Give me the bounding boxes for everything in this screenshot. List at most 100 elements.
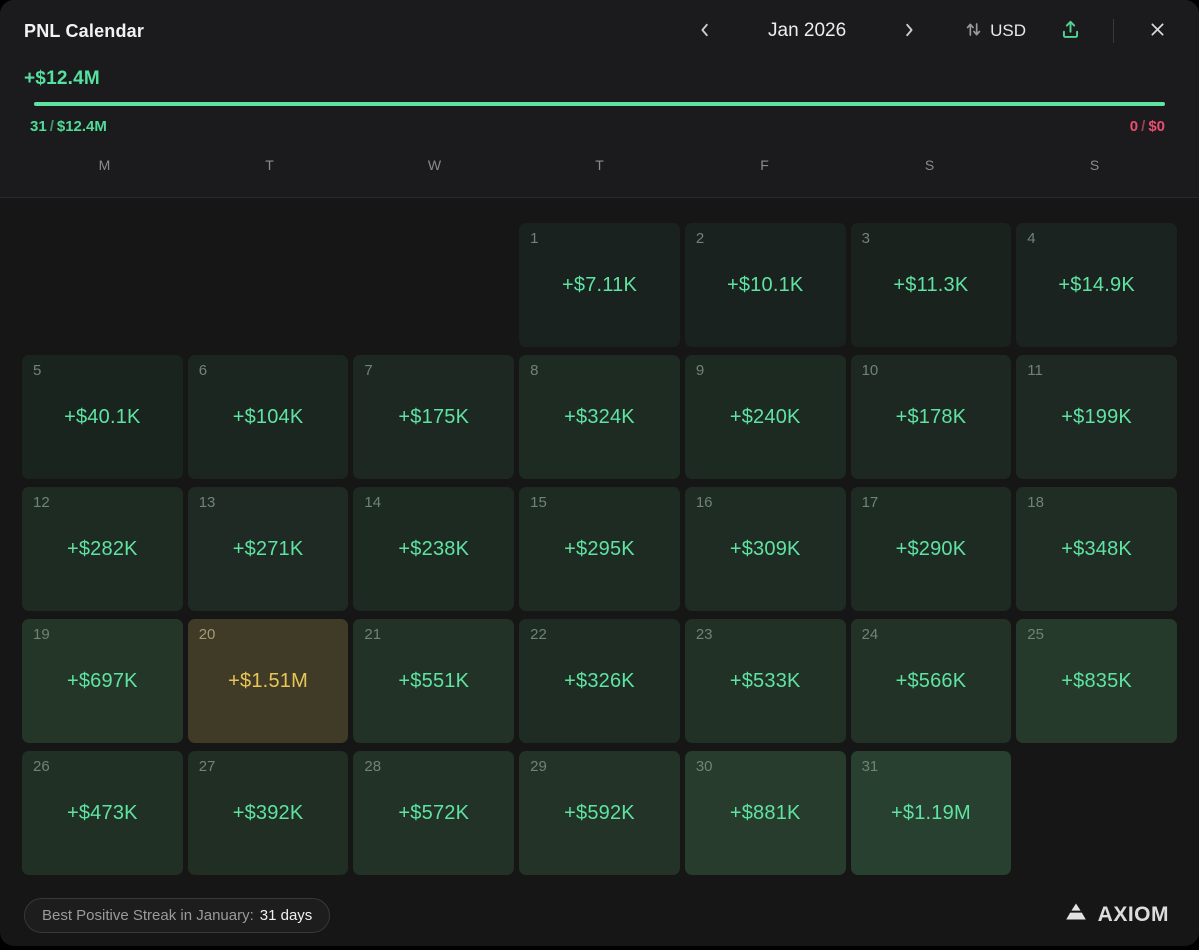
calendar-day-cell[interactable]: 25+$835K (1016, 619, 1177, 743)
day-pnl-value: +$572K (353, 751, 514, 875)
calendar-day-cell[interactable]: 9+$240K (685, 355, 846, 479)
day-pnl-value: +$271K (188, 487, 349, 611)
day-pnl-value: +$1.51M (188, 619, 349, 743)
calendar-day-cell[interactable]: 24+$566K (851, 619, 1012, 743)
negative-days-stat: 0/$0 (1130, 118, 1165, 135)
day-pnl-value: +$551K (353, 619, 514, 743)
total-pnl: +$12.4M (0, 62, 1199, 102)
streak-badge: Best Positive Streak in January: 31 days (24, 898, 330, 933)
calendar-day-cell[interactable]: 1+$7.11K (519, 223, 680, 347)
month-navigation: Jan 2026 (692, 17, 922, 46)
chevron-left-icon (696, 21, 714, 42)
brand-name: AXIOM (1098, 903, 1169, 927)
day-pnl-value: +$40.1K (22, 355, 183, 479)
day-pnl-value: +$392K (188, 751, 349, 875)
day-pnl-value: +$175K (353, 355, 514, 479)
calendar-day-cell[interactable]: 10+$178K (851, 355, 1012, 479)
day-pnl-value: +$104K (188, 355, 349, 479)
calendar-day-cell[interactable]: 27+$392K (188, 751, 349, 875)
calendar-day-cell[interactable]: 20+$1.51M (188, 619, 349, 743)
calendar-day-cell[interactable]: 16+$309K (685, 487, 846, 611)
footer: Best Positive Streak in January: 31 days… (0, 894, 1199, 936)
day-pnl-value: +$199K (1016, 355, 1177, 479)
day-pnl-value: +$835K (1016, 619, 1177, 743)
calendar-day-cell[interactable]: 28+$572K (353, 751, 514, 875)
day-pnl-value: +$290K (851, 487, 1012, 611)
day-pnl-value: +$178K (851, 355, 1012, 479)
next-month-button[interactable] (896, 17, 922, 46)
upload-icon (1060, 19, 1081, 43)
calendar-empty-cell (22, 223, 183, 347)
calendar-day-cell[interactable]: 13+$271K (188, 487, 349, 611)
chevron-right-icon (900, 21, 918, 42)
day-pnl-value: +$282K (22, 487, 183, 611)
calendar-day-cell[interactable]: 30+$881K (685, 751, 846, 875)
day-pnl-value: +$14.9K (1016, 223, 1177, 347)
calendar-day-cell[interactable]: 15+$295K (519, 487, 680, 611)
prev-month-button[interactable] (692, 17, 718, 46)
axiom-pyramid-icon (1063, 902, 1089, 929)
calendar-empty-cell (188, 223, 349, 347)
header-divider (1113, 19, 1114, 43)
pnl-progress-bar (34, 102, 1165, 106)
day-pnl-value: +$592K (519, 751, 680, 875)
calendar-day-cell[interactable]: 6+$104K (188, 355, 349, 479)
day-pnl-value: +$11.3K (851, 223, 1012, 347)
calendar-day-cell[interactable]: 5+$40.1K (22, 355, 183, 479)
export-button[interactable] (1060, 19, 1081, 43)
month-label: Jan 2026 (768, 20, 846, 42)
header-section: PNL Calendar Jan 2026 (0, 0, 1199, 198)
calendar-day-cell[interactable]: 4+$14.9K (1016, 223, 1177, 347)
calendar-day-cell[interactable]: 3+$11.3K (851, 223, 1012, 347)
weekday-label: W (352, 157, 517, 197)
calendar-day-cell[interactable]: 8+$324K (519, 355, 680, 479)
day-pnl-value: +$238K (353, 487, 514, 611)
close-button[interactable] (1146, 18, 1169, 44)
calendar-day-cell[interactable]: 21+$551K (353, 619, 514, 743)
calendar-day-cell[interactable]: 19+$697K (22, 619, 183, 743)
calendar-day-cell[interactable]: 14+$238K (353, 487, 514, 611)
sort-arrows-icon (964, 20, 983, 42)
weekday-label: F (682, 157, 847, 197)
calendar-day-cell[interactable]: 26+$473K (22, 751, 183, 875)
day-pnl-value: +$533K (685, 619, 846, 743)
day-pnl-value: +$7.11K (519, 223, 680, 347)
day-pnl-value: +$566K (851, 619, 1012, 743)
day-pnl-value: +$10.1K (685, 223, 846, 347)
calendar-day-cell[interactable]: 12+$282K (22, 487, 183, 611)
header-bar: PNL Calendar Jan 2026 (0, 0, 1199, 62)
day-pnl-value: +$326K (519, 619, 680, 743)
calendar-day-cell[interactable]: 23+$533K (685, 619, 846, 743)
day-pnl-value: +$348K (1016, 487, 1177, 611)
day-pnl-value: +$309K (685, 487, 846, 611)
calendar-grid: 1+$7.11K2+$10.1K3+$11.3K4+$14.9K 5+$40.1K… (0, 198, 1199, 875)
day-pnl-value: +$473K (22, 751, 183, 875)
currency-toggle-button[interactable]: USD (964, 20, 1026, 42)
calendar-day-cell[interactable]: 22+$326K (519, 619, 680, 743)
streak-label: Best Positive Streak in January: (42, 907, 254, 924)
day-pnl-value: +$324K (519, 355, 680, 479)
day-pnl-value: +$295K (519, 487, 680, 611)
calendar-day-cell[interactable]: 11+$199K (1016, 355, 1177, 479)
calendar-day-cell[interactable]: 2+$10.1K (685, 223, 846, 347)
header-controls: Jan 2026 USD (692, 17, 1169, 46)
weekday-label: T (517, 157, 682, 197)
pnl-progress-fill (34, 102, 1165, 106)
day-pnl-value: +$1.19M (851, 751, 1012, 875)
currency-label: USD (990, 21, 1026, 41)
weekday-label: S (847, 157, 1012, 197)
weekday-label: S (1012, 157, 1177, 197)
calendar-day-cell[interactable]: 18+$348K (1016, 487, 1177, 611)
day-pnl-value: +$697K (22, 619, 183, 743)
weekday-row: MTWTFSS (0, 157, 1199, 197)
brand-logo: AXIOM (1063, 902, 1169, 929)
calendar-day-cell[interactable]: 31+$1.19M (851, 751, 1012, 875)
positive-days-stat: 31/$12.4M (30, 118, 107, 135)
calendar-day-cell[interactable]: 17+$290K (851, 487, 1012, 611)
close-icon (1148, 20, 1167, 42)
pnl-calendar-modal: PNL Calendar Jan 2026 (0, 0, 1199, 946)
calendar-day-cell[interactable]: 29+$592K (519, 751, 680, 875)
stats-row: 31/$12.4M 0/$0 (0, 106, 1199, 135)
streak-value: 31 days (260, 907, 313, 924)
calendar-day-cell[interactable]: 7+$175K (353, 355, 514, 479)
